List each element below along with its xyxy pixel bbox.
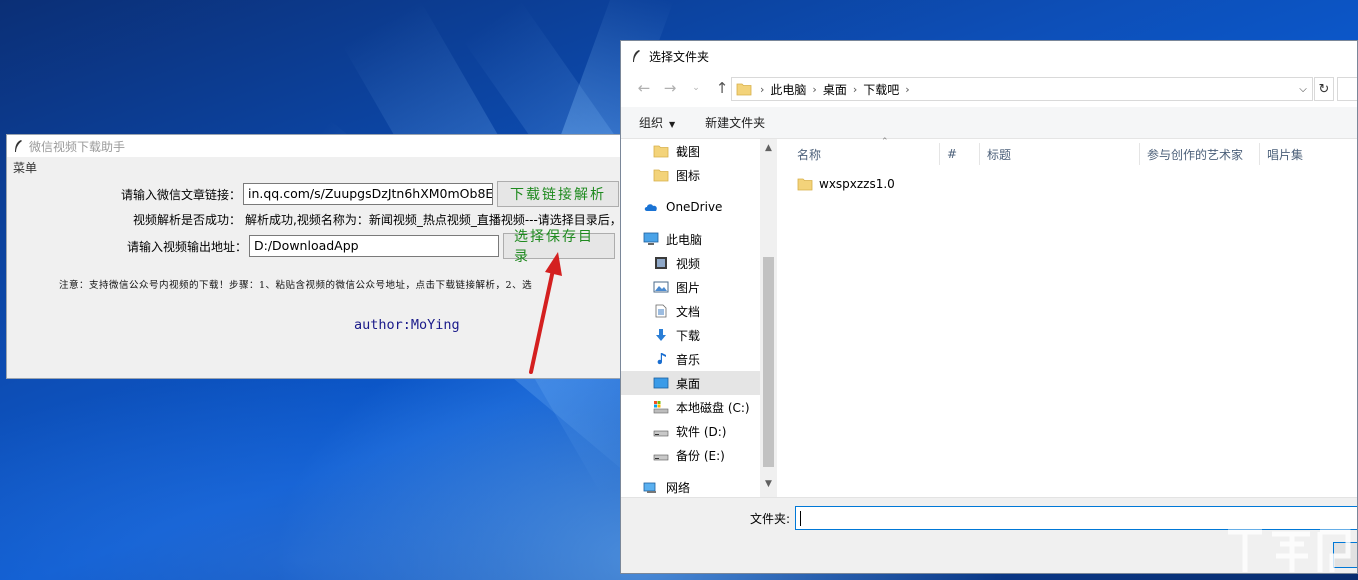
file-list: 名称 ⌃ # 标题 参与创作的艺术家 唱片集 wxspxzzs1.0 bbox=[777, 137, 1357, 497]
select-folder-dialog: 选择文件夹 ← → ⌄ ↑ › 此电脑 › 桌面 › 下载吧 › ⌵ ↻ 组织 ▼… bbox=[620, 40, 1358, 574]
breadcrumb-download-folder[interactable]: 下载吧 bbox=[863, 81, 899, 98]
folder-field-label: 文件夹: bbox=[750, 512, 791, 526]
nav-item-screenshots[interactable]: 截图 bbox=[621, 139, 761, 163]
nav-item-documents[interactable]: 文档 bbox=[621, 299, 761, 323]
folder-icon bbox=[653, 169, 669, 182]
column-header-title[interactable]: 标题 bbox=[987, 139, 1137, 169]
nav-item-pictures[interactable]: 图片 bbox=[621, 275, 761, 299]
sort-up-icon: ⌃ bbox=[881, 137, 889, 147]
address-bar[interactable]: › 此电脑 › 桌面 › 下载吧 › ⌵ bbox=[731, 77, 1313, 101]
navigation-pane: 截图 图标 OneDrive 此电脑 视频 图片 文档 下载 音乐 桌面 本地磁… bbox=[621, 139, 777, 497]
feather-icon bbox=[15, 140, 22, 152]
drive-icon bbox=[653, 401, 669, 414]
music-icon bbox=[657, 353, 666, 365]
scroll-up-icon[interactable]: ▲ bbox=[760, 143, 777, 153]
scroll-thumb[interactable] bbox=[763, 257, 774, 467]
url-row: 请输入微信文章链接： in.qq.com/s/ZuupgsDzJtn6hXM0m… bbox=[7, 181, 619, 207]
app-menubar: 菜单 bbox=[7, 157, 621, 177]
breadcrumb-this-pc[interactable]: 此电脑 bbox=[770, 81, 806, 98]
network-icon bbox=[643, 482, 656, 493]
command-toolbar: 组织 ▼ 新建文件夹 bbox=[621, 107, 1357, 139]
breadcrumb-desktop[interactable]: 桌面 bbox=[823, 81, 847, 98]
list-item[interactable]: wxspxzzs1.0 bbox=[797, 173, 895, 195]
dialog-title: 选择文件夹 bbox=[649, 49, 710, 64]
instructions-note: 注意：支持微信公众号内视频的下载！步骤：1、粘贴含视频的微信公众号地址，点击下载… bbox=[59, 280, 533, 291]
file-name: wxspxzzs1.0 bbox=[819, 177, 895, 191]
output-dir-input[interactable]: D:/DownloadApp bbox=[249, 235, 499, 257]
column-header-album[interactable]: 唱片集 bbox=[1267, 139, 1347, 169]
picture-icon bbox=[653, 281, 669, 293]
app-title: 微信视频下载助手 bbox=[29, 139, 126, 154]
nav-item-drive-d[interactable]: 软件 (D:) bbox=[621, 419, 761, 443]
nav-item-drive-e[interactable]: 备份 (E:) bbox=[621, 443, 761, 467]
app-titlebar[interactable]: 微信视频下载助手 bbox=[7, 135, 621, 157]
nav-item-downloads[interactable]: 下载 bbox=[621, 323, 761, 347]
nav-item-drive-c[interactable]: 本地磁盘 (C:) bbox=[621, 395, 761, 419]
drive-icon bbox=[653, 454, 669, 461]
new-folder-button[interactable]: 新建文件夹 bbox=[705, 114, 765, 131]
drive-icon bbox=[653, 430, 669, 437]
back-arrow-icon[interactable]: ← bbox=[631, 76, 657, 100]
breadcrumb-separator: › bbox=[812, 82, 817, 96]
url-input[interactable]: in.qq.com/s/ZuupgsDzJtn6hXM0mOb8EQ bbox=[243, 183, 493, 205]
folder-icon bbox=[736, 83, 752, 96]
nav-item-onedrive[interactable]: OneDrive bbox=[621, 195, 761, 219]
nav-item-this-pc[interactable]: 此电脑 bbox=[621, 227, 761, 251]
desktop-icon bbox=[653, 377, 669, 389]
breadcrumb-separator: › bbox=[852, 82, 858, 96]
forward-arrow-icon[interactable]: → bbox=[657, 76, 683, 100]
folder-icon bbox=[797, 178, 813, 191]
dialog-titlebar[interactable]: 选择文件夹 bbox=[621, 41, 1357, 71]
address-dropdown-icon[interactable]: ⌵ bbox=[1294, 84, 1312, 95]
refresh-icon[interactable]: ↻ bbox=[1314, 77, 1334, 101]
nav-item-network[interactable]: 网络 bbox=[621, 475, 761, 497]
search-input[interactable] bbox=[1337, 77, 1357, 101]
feather-icon bbox=[633, 50, 640, 62]
output-label: 请输入视频输出地址： bbox=[126, 239, 247, 254]
column-header-number[interactable]: # bbox=[947, 139, 977, 169]
downloader-app-window: 微信视频下载助手 菜单 请输入微信文章链接： in.qq.com/s/Zuupg… bbox=[6, 134, 622, 379]
breadcrumb-separator: › bbox=[905, 82, 910, 96]
nav-item-music[interactable]: 音乐 bbox=[621, 347, 761, 371]
parse-link-button[interactable]: 下载链接解析 bbox=[497, 181, 619, 207]
menu-item[interactable]: 菜单 bbox=[13, 159, 37, 176]
output-row: 请输入视频输出地址： D:/DownloadApp 选择保存目录 bbox=[7, 229, 615, 265]
author-label: author:MoYing bbox=[354, 317, 460, 333]
column-header-name[interactable]: 名称 ⌃ bbox=[797, 137, 937, 169]
document-icon bbox=[655, 304, 667, 318]
nav-scrollbar[interactable]: ▲ ▼ bbox=[760, 139, 777, 497]
site-watermark-logo bbox=[1228, 529, 1351, 572]
column-header-artist[interactable]: 参与创作的艺术家 bbox=[1147, 139, 1257, 169]
nav-item-icons[interactable]: 图标 bbox=[621, 163, 761, 187]
status-label: 视频解析是否成功： bbox=[132, 213, 241, 227]
cloud-icon bbox=[644, 204, 657, 211]
nav-item-videos[interactable]: 视频 bbox=[621, 251, 761, 275]
breadcrumb-separator: › bbox=[760, 82, 765, 96]
url-label: 请输入微信文章链接： bbox=[120, 187, 241, 202]
nav-item-desktop[interactable]: 桌面 bbox=[621, 371, 761, 395]
caret-down-icon: ▼ bbox=[669, 120, 676, 129]
computer-icon bbox=[643, 232, 659, 245]
recent-dropdown-icon[interactable]: ⌄ bbox=[683, 76, 709, 100]
folder-icon bbox=[653, 145, 669, 158]
download-icon bbox=[656, 329, 666, 341]
organize-menu[interactable]: 组织 ▼ bbox=[639, 114, 675, 131]
choose-save-dir-button[interactable]: 选择保存目录 bbox=[503, 229, 615, 265]
scroll-down-icon[interactable]: ▼ bbox=[760, 479, 777, 489]
video-icon bbox=[655, 257, 667, 269]
